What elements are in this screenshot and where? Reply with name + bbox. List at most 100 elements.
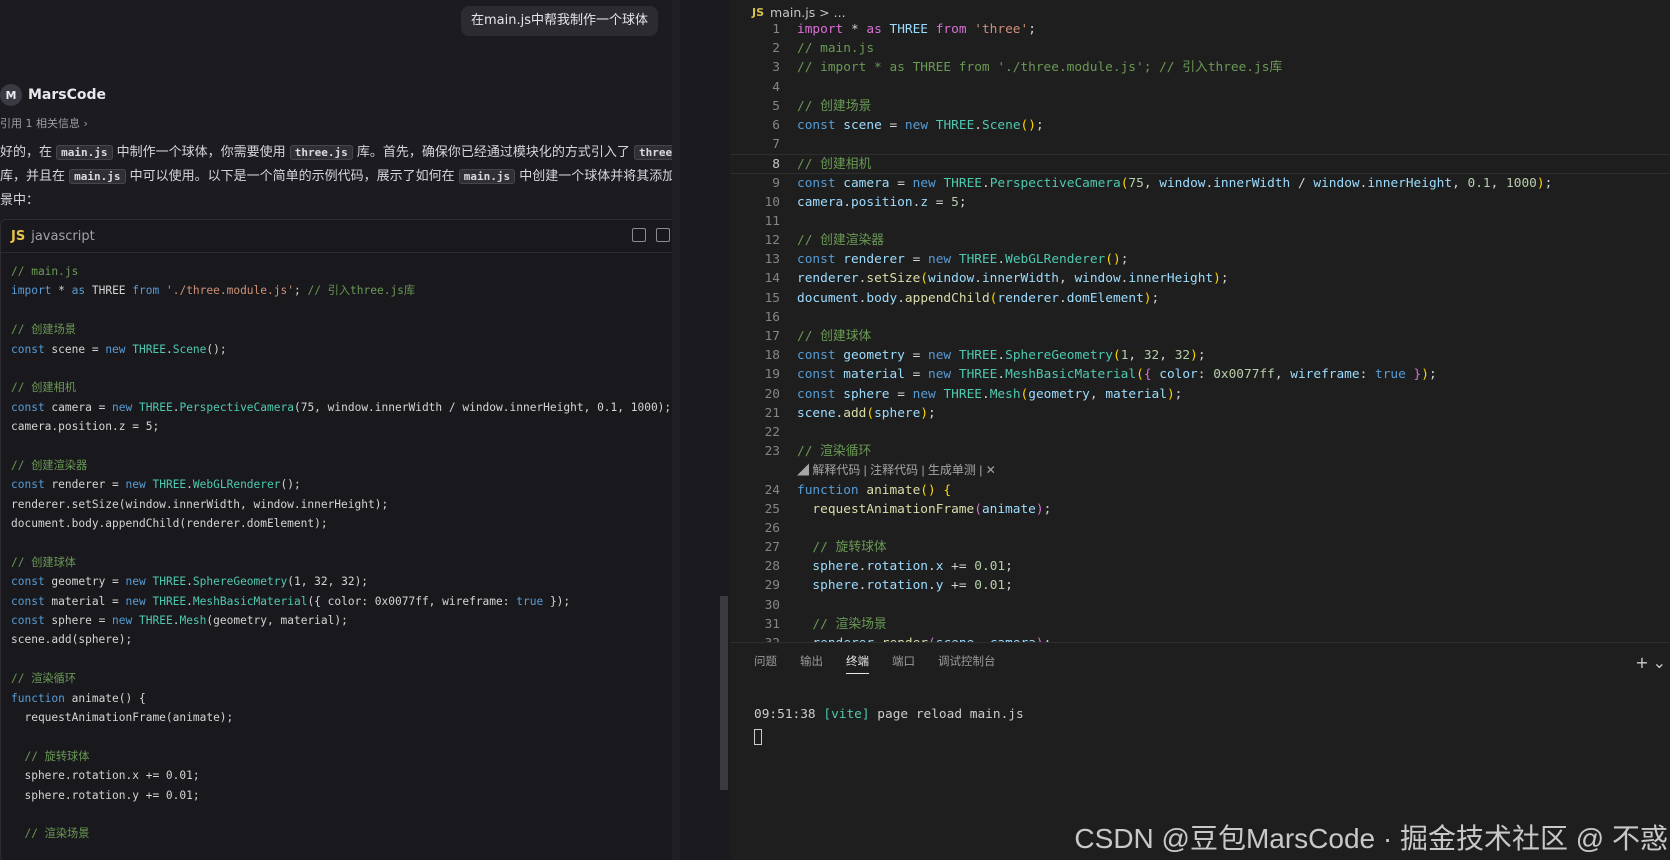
code-line: renderer.setSize(window.innerWidth, wind… <box>11 497 389 511</box>
editor-line: 17// 创建球体 <box>730 327 1670 346</box>
tab-terminal[interactable]: 终端 <box>846 653 869 674</box>
code-line: // 渲染场景 <box>11 827 90 841</box>
bottom-panel: 问题 输出 终端 端口 调试控制台 + ⌄ 09:51:38 [vite] pa… <box>730 642 1670 860</box>
ai-action-hint[interactable]: ◢ 解释代码 | 注释代码 | 生成单测 | ✕ <box>730 461 1670 480</box>
code-line: // 旋转球体 <box>11 749 90 763</box>
line-number: 19 <box>764 367 780 383</box>
tab-problems[interactable]: 问题 <box>754 653 777 674</box>
editor-line: 29 sphere.rotation.y += 0.01; <box>730 576 1670 595</box>
agent-header: M MarsCode <box>0 84 106 106</box>
line-number: 1 <box>772 22 780 37</box>
tab-debug-console[interactable]: 调试控制台 <box>938 653 996 674</box>
code-line: const scene = new THREE.Scene(); <box>11 342 227 356</box>
code-line: // main.js <box>11 265 79 278</box>
code-line: scene.add(sphere); <box>11 633 133 647</box>
line-number: 32 <box>730 634 780 642</box>
terminal-message: page reload main.js <box>869 707 1024 722</box>
code-line: // 创建球体 <box>11 555 76 569</box>
tab-output[interactable]: 输出 <box>800 653 823 674</box>
editor-line: 12// 创建渲染器 <box>730 231 1670 250</box>
inline-code: three.js <box>289 145 353 160</box>
editor-area: JS main.js > ... 1 import * as THREE from… <box>730 0 1670 860</box>
reference-link[interactable]: 引用 1 相关信息 › <box>0 115 88 131</box>
breadcrumb-path[interactable]: main.js > ... <box>770 5 846 20</box>
add-terminal-icon[interactable]: + <box>1635 653 1648 672</box>
line-number: 24 <box>764 482 780 498</box>
terminal-time: 09:51:38 <box>754 707 816 722</box>
line-number: 3 <box>772 60 780 76</box>
breadcrumb[interactable]: JS main.js > ... <box>752 2 846 22</box>
editor-line: 14 renderer.setSize(window.innerWidth, wi… <box>730 269 1670 288</box>
code-editor[interactable]: 1 import * as THREE from 'three'; 2// main… <box>730 20 1670 642</box>
terminal-output: 09:51:38 [vite] page reload main.js <box>754 707 1024 722</box>
line-number: 21 <box>764 405 780 421</box>
panel-tabs: 问题 输出 终端 端口 调试控制台 <box>754 653 996 674</box>
code-line: const geometry = new THREE.SphereGeometr… <box>11 575 369 589</box>
agent-name: MarsCode <box>28 87 107 103</box>
code-language-label: javascript <box>31 228 95 244</box>
line-number: 22 <box>764 424 780 440</box>
editor-line: 26 <box>730 519 1670 538</box>
line-number: 12 <box>764 233 780 249</box>
editor-line: 8// 创建相机 <box>730 154 1670 174</box>
insert-icon[interactable] <box>656 228 670 242</box>
line-number: 11 <box>764 213 780 229</box>
code-action-links[interactable]: ◢ 解释代码 | 注释代码 | 生成单测 | ✕ <box>797 461 996 480</box>
code-block: JS javascript // main.js import * as THRE… <box>0 219 672 860</box>
code-line: // 渲染循环 <box>11 672 76 686</box>
line-number: 27 <box>764 540 780 556</box>
editor-line: 21 scene.add(sphere); <box>730 404 1670 423</box>
agent-intro-text: 好的，在 main.js 中制作一个球体，你需要使用 three.js 库。首先… <box>0 141 672 213</box>
editor-line: 13 const renderer = new THREE.WebGLRender… <box>730 250 1670 269</box>
watermark: CSDN @豆包MarsCode · 掘金技术社区 @ 不惑 <box>1074 823 1668 854</box>
editor-line: 27 // 旋转球体 <box>730 538 1670 557</box>
tab-ports[interactable]: 端口 <box>892 653 915 674</box>
scrollbar-thumb[interactable] <box>720 596 728 790</box>
copy-icon[interactable] <box>632 228 646 242</box>
chevron-down-icon[interactable]: ⌄ <box>1653 653 1666 672</box>
code-line: // 创建渲染器 <box>11 458 88 472</box>
panel-actions: + ⌄ <box>1635 653 1666 672</box>
line-number: 10 <box>764 194 780 210</box>
editor-line: 1 import * as THREE from 'three'; <box>730 20 1670 39</box>
editor-line: 4 <box>730 78 1670 97</box>
pane-divider[interactable] <box>672 0 680 860</box>
editor-line: 10 camera.position.z = 5; <box>730 193 1670 212</box>
code-line: document.body.appendChild(renderer.domEl… <box>11 517 328 531</box>
editor-line: 24 function animate() { <box>730 481 1670 500</box>
code-line: const material = new THREE.MeshBasicMate… <box>11 594 571 608</box>
editor-line: 19 const material = new THREE.MeshBasicMa… <box>730 365 1670 384</box>
editor-line: 7 <box>730 135 1670 154</box>
code-line: requestAnimationFrame(animate); <box>11 710 234 724</box>
editor-line: 15 document.body.appendChild(renderer.dom… <box>730 289 1670 308</box>
inline-code: three.js <box>634 145 672 160</box>
marscode-logo-icon: M <box>0 84 22 106</box>
line-number: 20 <box>764 386 780 402</box>
line-number: 30 <box>764 597 780 613</box>
editor-line: 18 const geometry = new THREE.SphereGeome… <box>730 346 1670 365</box>
code-block-header: JS javascript <box>1 220 672 253</box>
editor-line: 22 <box>730 423 1670 442</box>
chat-panel: 在main.js中帮我制作一个球体 M MarsCode 引用 1 相关信息 ›… <box>0 0 672 860</box>
line-number: 9 <box>772 175 780 191</box>
editor-line: 16 <box>730 308 1670 327</box>
line-number: 28 <box>764 559 780 575</box>
editor-line: 2// main.js <box>730 39 1670 58</box>
code-line: const renderer = new THREE.WebGLRenderer… <box>11 478 301 492</box>
javascript-icon: JS <box>11 228 26 244</box>
line-number: 29 <box>764 578 780 594</box>
code-line: camera.position.z = 5; <box>11 420 160 434</box>
inline-code: main.js <box>69 169 126 184</box>
editor-line: 25 requestAnimationFrame(animate); <box>730 500 1670 519</box>
code-line: sphere.rotation.y += 0.01; <box>11 788 200 802</box>
line-number: 31 <box>764 616 780 632</box>
line-number: 5 <box>772 98 780 114</box>
line-number: 13 <box>764 252 780 268</box>
line-number: 6 <box>772 117 780 133</box>
code-block-body: // main.js import * as THREE from './thre… <box>1 253 672 844</box>
terminal-tag: [vite] <box>823 707 870 722</box>
